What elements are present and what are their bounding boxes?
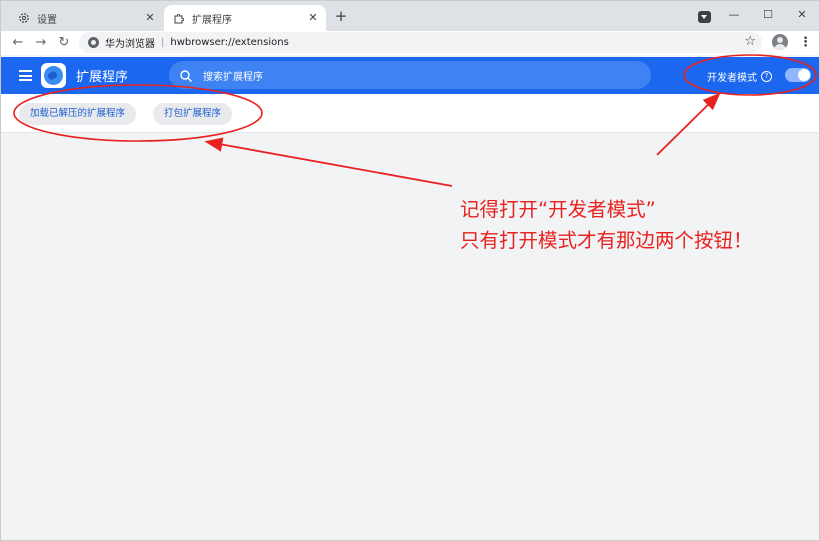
tab-settings[interactable]: 设置 ✕: [9, 5, 163, 31]
browser-logo: [41, 63, 66, 88]
browser-window: 设置 ✕ 扩展程序 ✕ + — ☐ ✕ ← → ↻ 华为浏览器 | hwbrow…: [0, 0, 820, 541]
load-unpacked-button[interactable]: 加载已解压的扩展程序: [19, 103, 137, 125]
minimize-button[interactable]: —: [717, 8, 751, 21]
extension-search-input[interactable]: 搜索扩展程序: [169, 61, 651, 89]
window-controls: — ☐ ✕: [717, 1, 819, 27]
page-title: 扩展程序: [76, 70, 129, 85]
pack-extension-button[interactable]: 打包扩展程序: [153, 103, 233, 125]
site-name: 华为浏览器: [105, 39, 155, 50]
tab-search-icon[interactable]: [698, 11, 711, 23]
close-icon[interactable]: ✕: [143, 11, 157, 25]
puzzle-icon: [172, 11, 186, 25]
developer-mode-label: 开发者模式 ?: [707, 69, 772, 84]
annotation-line-2: 只有打开模式才有那边两个按钮！: [460, 229, 753, 252]
browser-toolbar: ← → ↻ 华为浏览器 | hwbrowser://extensions ☆ ⋮: [1, 31, 819, 55]
tab-title: 扩展程序: [192, 14, 232, 26]
back-icon[interactable]: ←: [9, 34, 27, 52]
help-icon[interactable]: ?: [761, 71, 772, 82]
developer-mode-toggle[interactable]: [785, 68, 811, 82]
hamburger-menu-icon[interactable]: [19, 70, 32, 81]
menu-icon[interactable]: ⋮: [799, 34, 812, 52]
star-icon[interactable]: ☆: [744, 34, 756, 49]
devmode-text: 开发者模式: [707, 73, 757, 84]
close-window-button[interactable]: ✕: [785, 8, 819, 21]
reload-icon[interactable]: ↻: [55, 34, 73, 52]
search-icon: [179, 68, 193, 82]
divider: |: [161, 37, 165, 48]
url-text: hwbrowser://extensions: [170, 37, 289, 48]
address-bar[interactable]: 华为浏览器 | hwbrowser://extensions ☆: [79, 32, 762, 53]
tab-strip: 设置 ✕ 扩展程序 ✕ + — ☐ ✕: [1, 1, 819, 31]
close-icon[interactable]: ✕: [306, 11, 320, 25]
profile-avatar[interactable]: [772, 34, 788, 50]
tab-title: 设置: [37, 14, 57, 26]
new-tab-button[interactable]: +: [333, 8, 349, 24]
maximize-button[interactable]: ☐: [751, 8, 785, 21]
forward-icon[interactable]: →: [32, 34, 50, 52]
search-placeholder: 搜索扩展程序: [203, 71, 263, 83]
tab-extensions[interactable]: 扩展程序 ✕: [164, 5, 326, 31]
site-info-icon[interactable]: [88, 37, 99, 48]
developer-toolbar: 加载已解压的扩展程序 打包扩展程序: [1, 94, 819, 133]
annotation-line-1: 记得打开“开发者模式”: [460, 198, 656, 221]
extensions-header: 扩展程序 搜索扩展程序 开发者模式 ?: [1, 57, 819, 94]
gear-icon: [17, 11, 31, 25]
